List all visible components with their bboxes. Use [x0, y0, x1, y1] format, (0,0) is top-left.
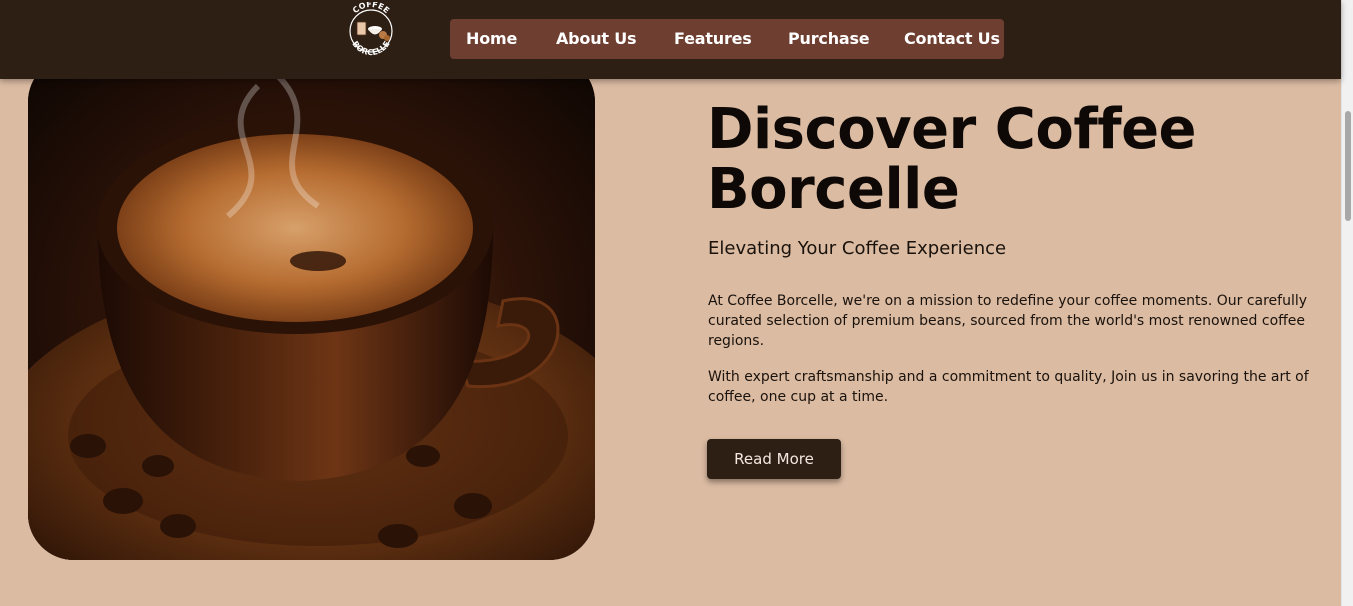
site-header: COFFEE BORCELLE Home About Us Features P…	[0, 0, 1341, 79]
scrollbar-thumb[interactable]	[1345, 111, 1351, 221]
hero-paragraph: With expert craftsmanship and a commitme…	[708, 369, 1309, 405]
nav-about-us[interactable]: About Us	[556, 29, 637, 48]
read-more-button[interactable]: Read More	[707, 439, 841, 479]
nav-purchase[interactable]: Purchase	[788, 29, 870, 48]
main-nav: Home About Us Features Purchase Contact …	[450, 19, 1004, 59]
page-scrollbar[interactable]	[1341, 0, 1353, 606]
coffee-borcelle-logo[interactable]: COFFEE BORCELLE	[340, 2, 402, 58]
hero-subtitle: Elevating Your Coffee Experience	[708, 238, 1007, 259]
nav-home[interactable]: Home	[466, 29, 517, 48]
hero-paragraph: At Coffee Borcelle, we're on a mission t…	[708, 293, 1308, 349]
hero-title: Discover Coffee Borcelle	[707, 97, 1197, 222]
nav-contact-us[interactable]: Contact Us	[904, 29, 1000, 48]
nav-features[interactable]: Features	[674, 29, 752, 48]
coffee-cup-image	[28, 56, 595, 560]
svg-text:BORCELLE: BORCELLE	[350, 40, 391, 58]
svg-text:COFFEE: COFFEE	[351, 2, 391, 15]
